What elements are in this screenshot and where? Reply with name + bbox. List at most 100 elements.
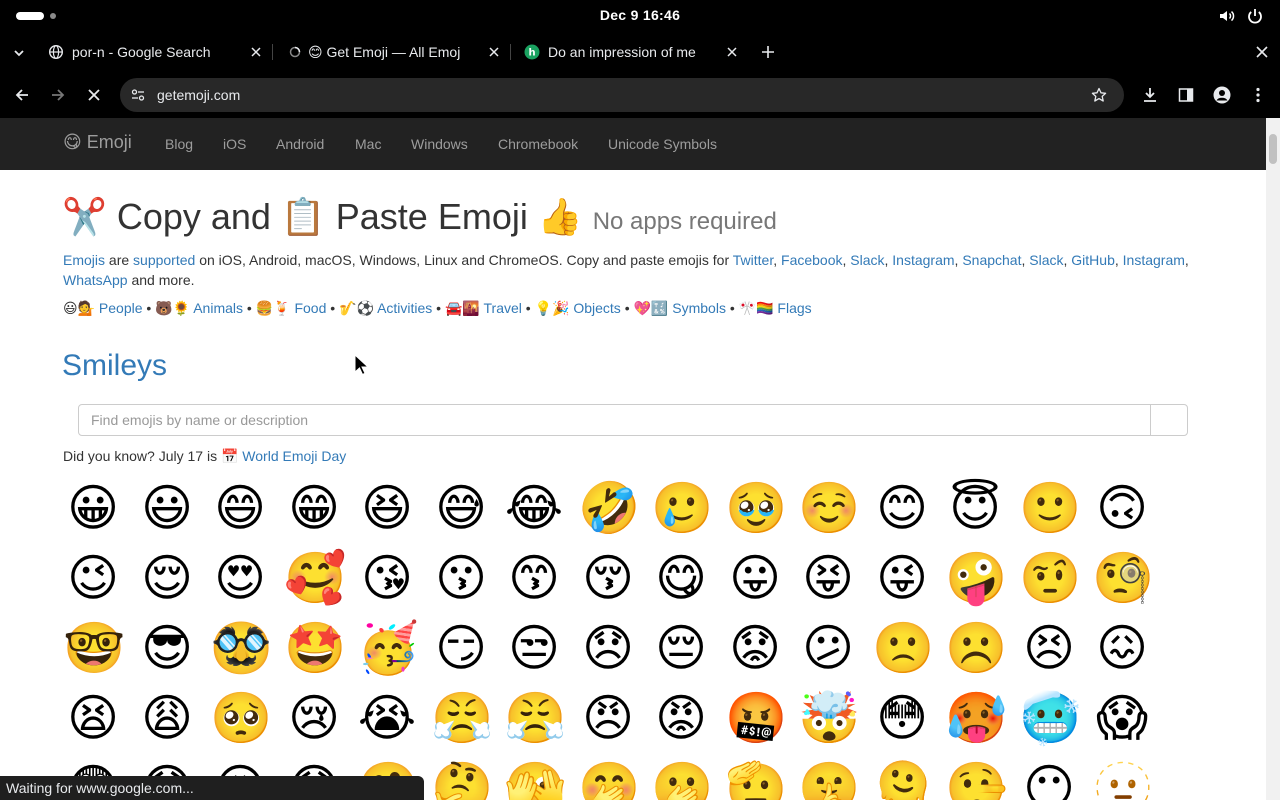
snapchat-link[interactable]: Snapchat: [962, 252, 1021, 268]
emoji-tile[interactable]: 😫: [63, 688, 123, 748]
github-link[interactable]: GitHub: [1071, 252, 1115, 268]
emoji-tile[interactable]: 😉: [63, 548, 123, 608]
emoji-tile[interactable]: 🤩: [284, 618, 346, 678]
emoji-tile[interactable]: 😟: [725, 618, 785, 678]
emoji-tile[interactable]: 🥶: [1019, 688, 1081, 748]
emoji-tile[interactable]: 🤯: [798, 688, 860, 748]
emoji-tile[interactable]: 🙁: [872, 618, 934, 678]
scrollbar-thumb[interactable]: [1269, 134, 1277, 164]
slack-link[interactable]: Slack: [850, 252, 884, 268]
emoji-tile[interactable]: 😡: [651, 688, 711, 748]
emoji-tile[interactable]: 😛: [725, 548, 785, 608]
emoji-tile[interactable]: 😙: [504, 548, 564, 608]
category-link-food[interactable]: Food: [294, 300, 326, 316]
category-link-animals[interactable]: Animals: [193, 300, 243, 316]
nav-link-windows[interactable]: Windows: [411, 136, 468, 152]
close-tab-icon[interactable]: [486, 44, 502, 60]
emoji-tile[interactable]: 😱: [1092, 688, 1152, 748]
system-clock[interactable]: Dec 9 16:46: [0, 7, 1280, 23]
close-window-icon[interactable]: [1255, 45, 1269, 59]
emoji-tile[interactable]: 😀: [63, 478, 123, 538]
instagram-link[interactable]: Instagram: [892, 252, 954, 268]
emoji-tile[interactable]: 🥹: [725, 478, 787, 538]
whatsapp-link[interactable]: WhatsApp: [63, 272, 128, 288]
emoji-tile[interactable]: 🤪: [945, 548, 1007, 608]
site-brand-link[interactable]: 😋 Emoji: [63, 132, 132, 153]
emoji-tile[interactable]: 😶: [1019, 758, 1079, 800]
emoji-tile[interactable]: 🫡: [725, 758, 787, 800]
emoji-tile[interactable]: 😘: [357, 548, 417, 608]
emoji-search-input[interactable]: [78, 404, 1151, 436]
category-link-flags[interactable]: Flags: [777, 300, 811, 316]
emoji-tile[interactable]: 🤨: [1019, 548, 1081, 608]
emoji-tile[interactable]: 😇: [945, 478, 1005, 538]
nav-link-mac[interactable]: Mac: [355, 136, 381, 152]
emoji-tile[interactable]: 😎: [137, 618, 197, 678]
emoji-tile[interactable]: 🤓: [63, 618, 125, 678]
emoji-tile[interactable]: 😖: [1092, 618, 1152, 678]
emojis-link[interactable]: Emojis: [63, 252, 105, 268]
emoji-tile[interactable]: ☹️: [945, 618, 1007, 678]
forward-button[interactable]: [46, 83, 70, 107]
emoji-tile[interactable]: 🤫: [798, 758, 860, 800]
emoji-tile[interactable]: 🙃: [1092, 478, 1152, 538]
emoji-tile[interactable]: 🥳: [357, 618, 419, 678]
bookmark-star-icon[interactable]: [1091, 87, 1107, 103]
emoji-tile[interactable]: 😤: [504, 688, 566, 748]
emoji-tile[interactable]: 😁: [284, 478, 344, 538]
emoji-tile[interactable]: 🥲: [651, 478, 713, 538]
emoji-tile[interactable]: 🫢: [651, 758, 713, 800]
emoji-tile[interactable]: 😜: [872, 548, 932, 608]
category-link-objects[interactable]: Objects: [573, 300, 620, 316]
emoji-tile[interactable]: 🥰: [284, 548, 346, 608]
emoji-tile[interactable]: 😋: [651, 548, 711, 608]
emoji-tile[interactable]: 😍: [210, 548, 270, 608]
tab-do-an-impression[interactable]: h Do an impression of me: [524, 34, 740, 70]
category-link-travel[interactable]: Travel: [484, 300, 522, 316]
category-link-activities[interactable]: Activities: [377, 300, 432, 316]
emoji-tile[interactable]: 😃: [137, 478, 197, 538]
emoji-tile[interactable]: 😠: [578, 688, 638, 748]
emoji-tile[interactable]: 😏: [431, 618, 491, 678]
supported-link[interactable]: supported: [133, 252, 195, 268]
emoji-tile[interactable]: 🥵: [945, 688, 1007, 748]
emoji-tile[interactable]: 🤣: [578, 478, 640, 538]
emoji-tile[interactable]: 🧐: [1092, 548, 1154, 608]
emoji-tile[interactable]: 😕: [798, 618, 858, 678]
world-emoji-day-link[interactable]: World Emoji Day: [242, 448, 346, 464]
emoji-tile[interactable]: 🥸: [210, 618, 272, 678]
tab-search-chevron-icon[interactable]: [12, 46, 26, 60]
emoji-tile[interactable]: 😅: [431, 478, 491, 538]
emoji-tile[interactable]: 😣: [1019, 618, 1079, 678]
new-tab-icon[interactable]: [760, 44, 776, 60]
close-tab-icon[interactable]: [724, 44, 740, 60]
emoji-tile[interactable]: 😞: [578, 618, 638, 678]
close-tab-icon[interactable]: [248, 44, 264, 60]
emoji-tile[interactable]: 🤔: [431, 758, 493, 800]
emoji-tile[interactable]: 🙂: [1019, 478, 1081, 538]
category-link-people[interactable]: People: [99, 300, 143, 316]
emoji-tile[interactable]: 😊: [872, 478, 932, 538]
site-info-tune-icon[interactable]: [130, 87, 146, 103]
emoji-tile[interactable]: 🤬: [725, 688, 787, 748]
emoji-tile[interactable]: ☺️: [798, 478, 860, 538]
emoji-tile[interactable]: 😢: [284, 688, 344, 748]
emoji-tile[interactable]: 😆: [357, 478, 417, 538]
nav-link-unicode-symbols[interactable]: Unicode Symbols: [608, 136, 717, 152]
twitter-link[interactable]: Twitter: [733, 252, 773, 268]
emoji-tile[interactable]: 😚: [578, 548, 638, 608]
emoji-tile[interactable]: 😳: [872, 688, 932, 748]
tab-google-search[interactable]: por-n - Google Search: [48, 34, 264, 70]
emoji-tile[interactable]: 😒: [504, 618, 564, 678]
emoji-tile[interactable]: 😝: [798, 548, 858, 608]
emoji-tile[interactable]: 😭: [357, 688, 417, 748]
emoji-tile[interactable]: 🫥: [1092, 758, 1154, 800]
emoji-tile[interactable]: 🫣: [504, 758, 566, 800]
downloads-button[interactable]: [1138, 83, 1162, 107]
emoji-tile[interactable]: 😌: [137, 548, 197, 608]
emoji-tile[interactable]: 😂: [504, 478, 564, 538]
search-submit-button[interactable]: [1150, 404, 1188, 436]
power-icon[interactable]: [1246, 7, 1264, 25]
address-bar[interactable]: getemoji.com: [120, 78, 1124, 112]
page-scrollbar[interactable]: [1266, 118, 1280, 800]
